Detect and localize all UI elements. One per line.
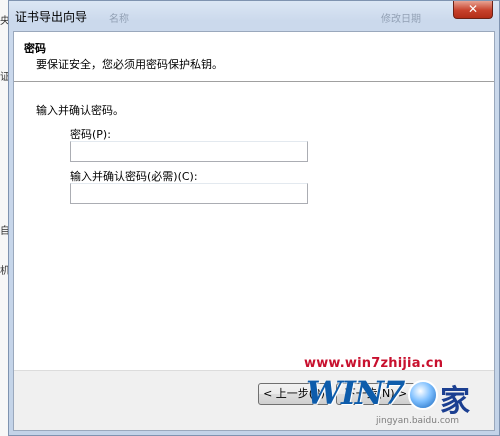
page-description: 要保证安全，您必须用密码保护私钥。	[36, 58, 223, 71]
close-icon: ✕	[467, 2, 479, 16]
password-input[interactable]	[70, 141, 308, 162]
title-bar[interactable]: 证书导出向导 名称 修改日期 ✕	[9, 1, 499, 31]
ghost-column-modified-date: 修改日期	[381, 14, 421, 25]
wizard-client-area: 密码 要保证安全，您必须用密码保护私钥。 输入并确认密码。 密码(P): 输入并…	[13, 31, 495, 431]
confirm-password-label: 输入并确认密码(必需)(C):	[70, 170, 198, 183]
watermark-site: jingyan.baidu.com	[376, 416, 460, 426]
confirm-password-input[interactable]	[70, 183, 308, 204]
page-title: 密码	[24, 42, 46, 55]
close-button[interactable]: ✕	[453, 1, 493, 19]
password-label: 密码(P):	[70, 128, 111, 141]
wizard-header: 密码 要保证安全，您必须用密码保护私钥。	[14, 32, 494, 82]
watermark-logo-home: 家	[440, 384, 470, 419]
watermark-logo-text: WIN7	[306, 374, 405, 412]
watermark-logo: WIN7 家	[306, 374, 482, 419]
window-title: 证书导出向导	[15, 10, 88, 24]
windows-orb-icon	[408, 380, 438, 410]
instruction-text: 输入并确认密码。	[36, 104, 124, 117]
watermark-url: www.win7zhijia.cn	[304, 356, 444, 371]
ghost-column-name: 名称	[109, 14, 129, 25]
